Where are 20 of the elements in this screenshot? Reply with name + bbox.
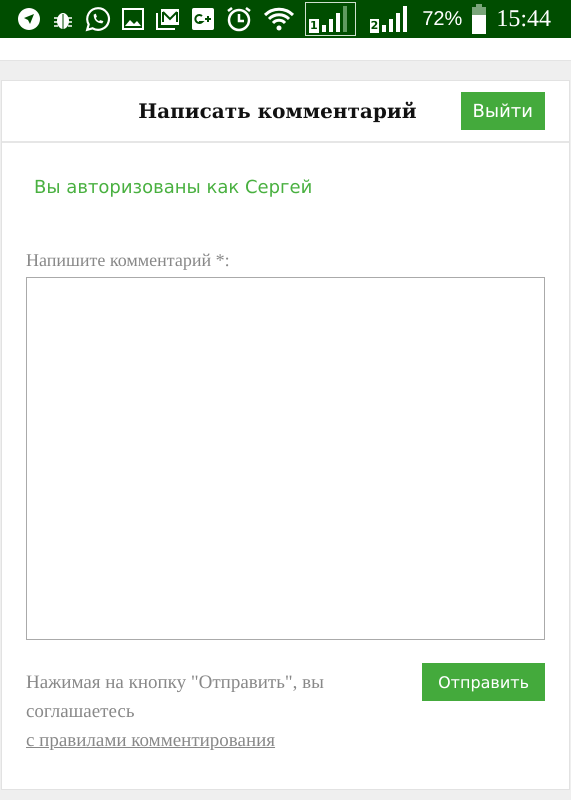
signal-indicator: 1 (305, 2, 356, 36)
navigation-icon (17, 7, 41, 31)
auth-note: Вы авторизованы как Сергей (34, 177, 314, 198)
clock-time: 15:44 (496, 6, 552, 32)
field-label: Напишите комментарий *: (26, 250, 231, 271)
comment-input-field[interactable] (26, 277, 545, 640)
logout-button[interactable]: Выйти (460, 92, 545, 130)
form-title: Написать комментарий (138, 99, 417, 123)
submit-button[interactable]: Отправить (422, 663, 545, 701)
wifi-icon (263, 6, 295, 32)
alarm-clock-icon (225, 5, 253, 33)
rules-link[interactable]: с правилами комментирования (26, 730, 276, 751)
battery-percentage: 72% (422, 8, 462, 30)
chat-phone-icon (85, 6, 111, 32)
battery-icon (472, 4, 486, 34)
image-icon (121, 7, 145, 31)
mail-icon (155, 7, 181, 31)
signal-indicator: 2 (366, 2, 416, 36)
consent-text: Нажимая на кнопку "Отправить", вы соглашаетесь с правилами комментирования (26, 671, 325, 753)
google-plus-icon (191, 7, 215, 31)
